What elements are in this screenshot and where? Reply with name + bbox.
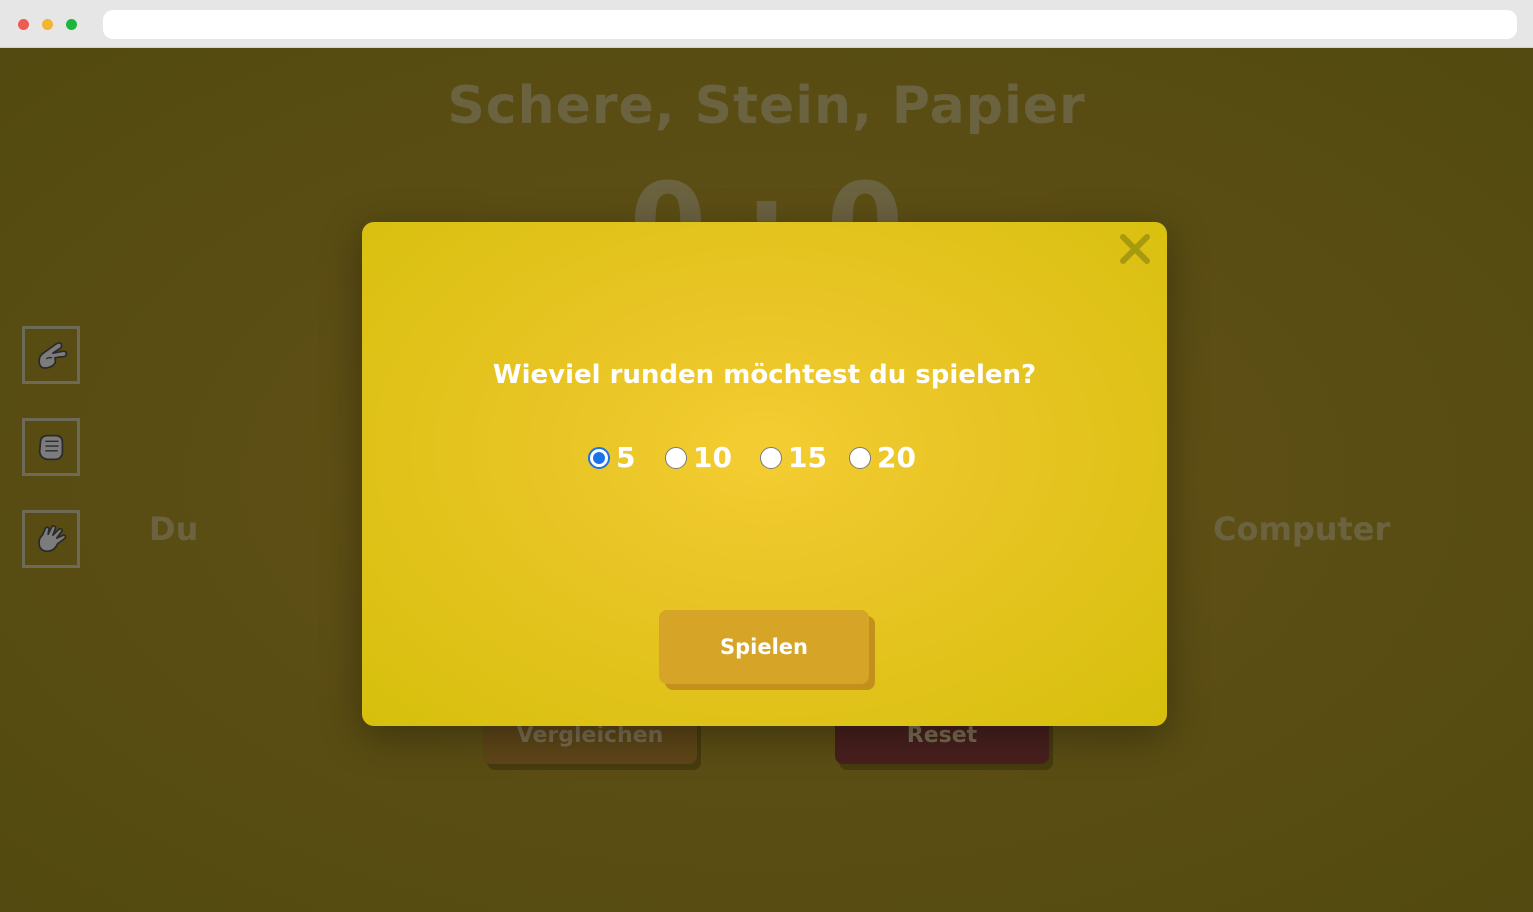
rounds-dialog: Wieviel runden möchtest du spielen? 5 10…: [362, 222, 1167, 726]
game-area: Schere, Stein, Papier 0 : 0 Du Computer …: [0, 48, 1533, 912]
browser-chrome: [0, 0, 1533, 48]
window-minimize-dot[interactable]: [42, 19, 53, 30]
rounds-option-10[interactable]: 10: [665, 440, 732, 476]
rounds-option-20[interactable]: 20: [849, 440, 916, 476]
window-maximize-dot[interactable]: [66, 19, 77, 30]
play-button[interactable]: Spielen: [659, 610, 869, 684]
option-label: 10: [693, 441, 732, 474]
option-label: 20: [877, 441, 916, 474]
radio-button[interactable]: [588, 447, 610, 469]
radio-button[interactable]: [665, 447, 687, 469]
close-icon[interactable]: [1118, 232, 1152, 266]
address-bar[interactable]: [103, 10, 1517, 39]
radio-button[interactable]: [849, 447, 871, 469]
option-label: 15: [788, 441, 827, 474]
rounds-options: 5 10 15 20: [362, 440, 1167, 476]
radio-button[interactable]: [760, 447, 782, 469]
rounds-option-15[interactable]: 15: [760, 440, 827, 476]
option-label: 5: [616, 441, 636, 474]
rounds-question: Wieviel runden möchtest du spielen?: [492, 360, 1037, 390]
rounds-option-5[interactable]: 5: [588, 440, 635, 476]
window-close-dot[interactable]: [18, 19, 29, 30]
